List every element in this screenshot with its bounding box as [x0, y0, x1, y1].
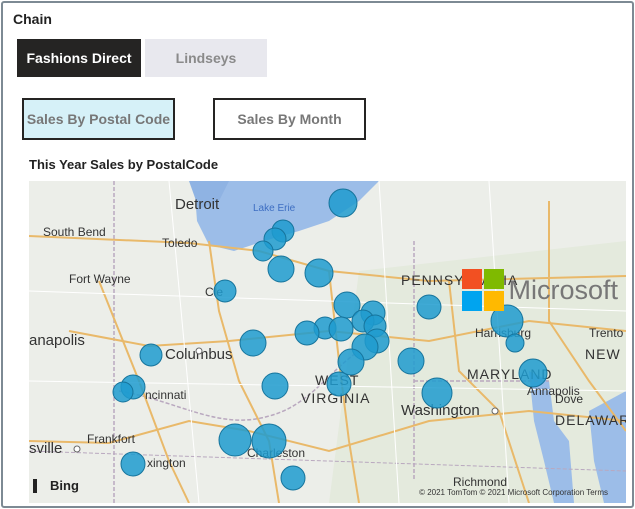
label-lake-erie: Lake Erie	[253, 203, 296, 214]
label-detroit: Detroit	[175, 196, 220, 213]
sales-bubble[interactable]	[518, 358, 548, 388]
map-canvas[interactable]: Detroit Lake Erie South Bend Toledo Fort…	[29, 181, 626, 503]
sales-bubble[interactable]	[267, 255, 295, 283]
sales-bubble[interactable]	[280, 465, 306, 491]
sales-bubble[interactable]	[252, 240, 274, 262]
map-attribution[interactable]: © 2021 TomTom © 2021 Microsoft Corporati…	[419, 488, 608, 497]
sales-bubble[interactable]	[120, 451, 146, 477]
sales-bubble[interactable]	[294, 320, 320, 346]
chain-slicer-title: Chain	[13, 11, 52, 27]
sales-bubble[interactable]	[416, 294, 442, 320]
sales-bubble[interactable]	[421, 377, 453, 409]
sales-bubble[interactable]	[218, 423, 252, 457]
bing-icon	[33, 478, 47, 493]
tab-sales-by-month[interactable]: Sales By Month	[213, 98, 366, 140]
label-indianapolis: anapolis	[29, 332, 85, 349]
sales-bubble[interactable]	[304, 258, 334, 288]
label-frankfort: Frankfort	[87, 432, 136, 446]
sales-bubble[interactable]	[112, 381, 134, 403]
label-richmond: Richmond	[453, 475, 507, 489]
sales-bubble[interactable]	[337, 348, 365, 376]
microsoft-logo: Microsoft	[462, 269, 618, 311]
sales-bubble[interactable]	[239, 329, 267, 357]
report-canvas: Chain Fashions Direct Lindseys Sales By …	[1, 1, 634, 508]
sales-bubble[interactable]	[397, 347, 425, 375]
tab-sales-by-postal-code[interactable]: Sales By Postal Code	[22, 98, 175, 140]
label-new-jersey: NEW	[585, 346, 621, 362]
label-fort-wayne: Fort Wayne	[69, 272, 131, 286]
city-dot-columbus	[195, 347, 203, 355]
label-trenton: Trento	[589, 326, 624, 340]
sales-bubble[interactable]	[213, 279, 237, 303]
sales-bubble[interactable]	[251, 423, 287, 459]
sales-bubble[interactable]	[505, 333, 525, 353]
map-visual[interactable]: Detroit Lake Erie South Bend Toledo Fort…	[29, 181, 626, 503]
sales-bubble[interactable]	[139, 343, 163, 367]
label-lexington: xington	[147, 456, 186, 470]
bing-logo: Bing	[33, 478, 79, 493]
map-title: This Year Sales by PostalCode	[29, 157, 219, 172]
sales-bubble[interactable]	[328, 316, 354, 342]
sales-bubble[interactable]	[328, 188, 358, 218]
sales-bubble[interactable]	[326, 371, 352, 397]
label-south-bend: South Bend	[43, 225, 106, 239]
sales-bubble[interactable]	[261, 372, 289, 400]
label-louisville: sville	[29, 440, 62, 457]
label-dover: Dove	[555, 392, 583, 406]
city-dot-louisville	[73, 445, 81, 453]
city-dot-washington	[491, 407, 499, 415]
label-toledo: Toledo	[162, 236, 198, 250]
chain-option-fashions-direct[interactable]: Fashions Direct	[17, 39, 141, 77]
label-cincinnati: ncinnati	[145, 388, 186, 402]
label-delaware: DELAWAR	[555, 412, 626, 428]
chain-option-lindseys[interactable]: Lindseys	[145, 39, 267, 77]
